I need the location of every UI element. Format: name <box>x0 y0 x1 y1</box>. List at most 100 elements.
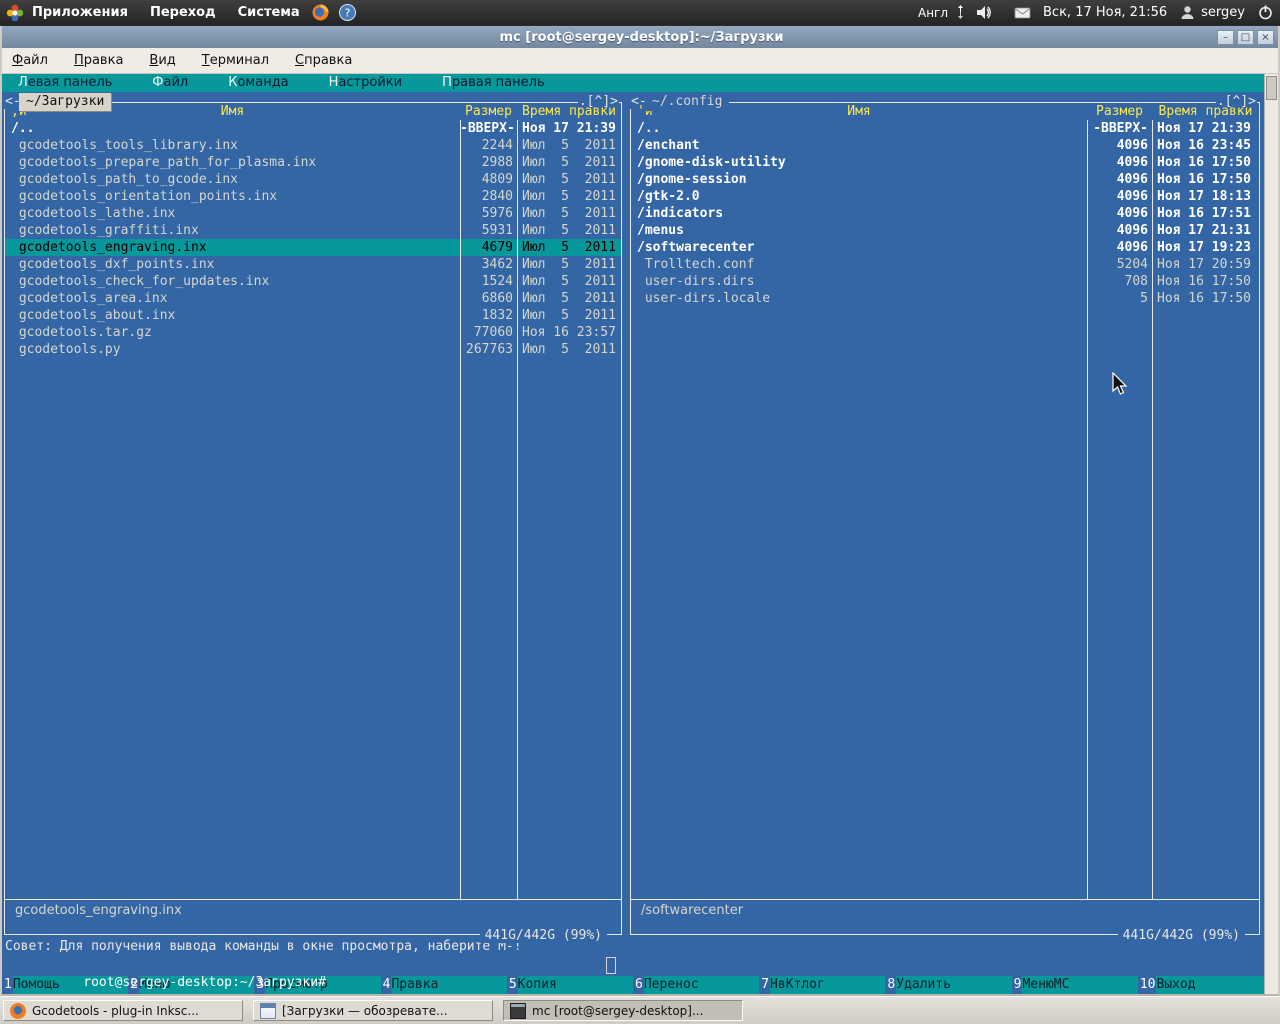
mc-menu-item[interactable]: Левая панель <box>18 74 112 92</box>
file-mtime: Ноя 16 17:50 <box>1157 291 1251 306</box>
mc-menu-item[interactable]: Команда <box>228 74 288 92</box>
shell-prompt: root@sergey-desktop:~/Загрузки# <box>83 975 326 990</box>
minimize-button-icon[interactable]: – <box>1217 29 1234 45</box>
mc-panels: <- ~/Загрузки .[^]> ,и Имя Размер Время … <box>2 92 1264 943</box>
file-row[interactable]: /softwarecenter 4096 Ноя 17 19:23 <box>631 239 1259 256</box>
file-row[interactable]: gcodetools_graffiti.inx 5931 Июл 5 2011 <box>5 222 621 239</box>
help-icon[interactable]: ? <box>338 4 356 21</box>
file-row[interactable]: user-dirs.dirs 708 Ноя 16 17:50 <box>631 273 1259 290</box>
terminal-menu-item[interactable]: Файл <box>12 53 48 68</box>
file-row[interactable]: gcodetools_about.inx 1832 Июл 5 2011 <box>5 307 621 324</box>
terminal-scrollbar[interactable] <box>1264 74 1278 994</box>
firefox-launcher-icon[interactable] <box>312 4 329 21</box>
taskbar-button[interactable]: [Загрузки — обозревате... <box>253 1000 493 1021</box>
fkey-8-button[interactable]: 8 Удалить <box>885 976 1012 994</box>
file-row[interactable]: gcodetools_lathe.inx 5976 Июл 5 2011 <box>5 205 621 222</box>
file-row[interactable]: /gnome-disk-utility 4096 Ноя 16 17:50 <box>631 154 1259 171</box>
file-mtime: Ноя 17 19:23 <box>1157 240 1251 255</box>
window-titlebar[interactable]: mc [root@sergey-desktop]:~/Загрузки – □ × <box>2 26 1278 48</box>
scrollbar-thumb[interactable] <box>1266 76 1277 100</box>
distro-logo-icon[interactable] <box>6 4 24 22</box>
file-size: 5931 <box>481 223 513 238</box>
file-name: gcodetools_dxf_points.inx <box>11 257 215 272</box>
file-row[interactable]: gcodetools_dxf_points.inx 3462 Июл 5 2011 <box>5 256 621 273</box>
taskbar-button-active[interactable]: mc [root@sergey-desktop]... <box>503 1000 743 1021</box>
fkey-number: 8 <box>887 977 896 992</box>
mc-menu-item[interactable]: Настройки <box>329 74 402 92</box>
left-panel-path[interactable]: ~/Загрузки <box>19 93 112 111</box>
mc-panel-right: <- ~/.config .[^]> 'и Имя Размер Время п… <box>630 93 1260 943</box>
maximize-button-icon[interactable]: □ <box>1237 29 1254 45</box>
file-row[interactable]: /.. -ВВЕРХ- Ноя 17 21:39 <box>631 120 1259 137</box>
file-row[interactable]: /menus 4096 Ноя 17 21:31 <box>631 222 1259 239</box>
column-separator <box>517 120 518 899</box>
layout-switch-icon[interactable] <box>954 4 967 21</box>
file-size: 4096 <box>1116 172 1148 187</box>
file-size: 77060 <box>473 325 513 340</box>
file-name: /gtk-2.0 <box>637 189 700 204</box>
mc-menu-item[interactable]: Правая панель <box>442 74 545 92</box>
taskbar: Gcodetools - plug-in Inksc... [Загрузки —… <box>0 996 1280 1024</box>
file-row[interactable]: /.. -ВВЕРХ- Ноя 17 21:39 <box>5 120 621 137</box>
file-name: gcodetools_graffiti.inx <box>11 223 199 238</box>
power-icon[interactable] <box>1257 4 1274 21</box>
clock[interactable]: Вск, 17 Ноя, 21:56 <box>1043 5 1167 20</box>
fkey-10-button[interactable]: 10 Выход <box>1138 976 1265 994</box>
menu-hotkey-letter: П <box>442 75 452 90</box>
terminal-menu-item[interactable]: Правка <box>74 53 123 68</box>
taskbar-button[interactable]: Gcodetools - plug-in Inksc... <box>3 1000 243 1021</box>
mail-notification-icon[interactable] <box>1014 4 1031 21</box>
file-manager-icon <box>260 1002 276 1019</box>
close-button-icon[interactable]: × <box>1257 29 1274 45</box>
file-row[interactable]: /gtk-2.0 4096 Ноя 17 18:13 <box>631 188 1259 205</box>
file-mtime: Июл 5 2011 <box>522 240 616 255</box>
keyboard-layout-indicator[interactable]: Англ <box>918 6 948 20</box>
file-row[interactable]: gcodetools_check_for_updates.inx 1524 Июл … <box>5 273 621 290</box>
file-row[interactable]: /indicators 4096 Ноя 16 17:51 <box>631 205 1259 222</box>
free-space-indicator: 441G/442G (99%) <box>479 928 607 943</box>
file-row-selected[interactable]: gcodetools_engraving.inx 4679 Июл 5 2011 <box>5 239 621 256</box>
terminal-menu-item[interactable]: Справка <box>295 53 352 68</box>
fkey-9-button[interactable]: 9 МенюМС <box>1012 976 1138 994</box>
file-row[interactable]: gcodetools_path_to_gcode.inx 4809 Июл 5 20… <box>5 171 621 188</box>
mc-menu-item[interactable]: Файл <box>152 74 188 92</box>
gnome-panel-tray: Англ Вск, 17 Ноя, 21:56 sergey <box>918 4 1274 21</box>
file-size: 1524 <box>481 274 513 289</box>
user-menu[interactable]: sergey <box>1179 4 1245 21</box>
file-row[interactable]: gcodetools_prepare_path_for_plasma.inx 29… <box>5 154 621 171</box>
file-name: gcodetools_area.inx <box>11 291 168 306</box>
file-row[interactable]: gcodetools_orientation_points.inx 2840 Июл… <box>5 188 621 205</box>
terminal-menu-item[interactable]: Вид <box>149 53 175 68</box>
gnome-menu-item[interactable]: Система <box>236 3 302 22</box>
column-header-mtime[interactable]: Время правки <box>517 103 621 120</box>
user-name: sergey <box>1201 5 1245 20</box>
gnome-menubar: Приложения Переход Система <box>30 3 302 22</box>
file-row[interactable]: user-dirs.locale 5 Ноя 16 17:50 <box>631 290 1259 307</box>
gnome-top-panel: Приложения Переход Система ? Англ Вск, 1… <box>0 0 1280 25</box>
file-row[interactable]: /gnome-session 4096 Ноя 16 17:50 <box>631 171 1259 188</box>
fkey-4-button[interactable]: 4 Правка <box>381 976 507 994</box>
terminal-menu-item[interactable]: Терминал <box>202 53 269 68</box>
column-separator <box>1152 120 1153 899</box>
right-panel-path[interactable]: ~/.config <box>645 93 730 111</box>
file-row[interactable]: /enchant 4096 Ноя 16 23:45 <box>631 137 1259 154</box>
file-row[interactable]: Trolltech.conf 5204 Ноя 17 20:59 <box>631 256 1259 273</box>
gnome-menu-item[interactable]: Приложения <box>30 3 130 22</box>
gnome-menu-item[interactable]: Переход <box>148 3 218 22</box>
file-row[interactable]: gcodetools_area.inx 6860 Июл 5 2011 <box>5 290 621 307</box>
fkey-label: НвКтлог <box>770 976 886 994</box>
volume-icon[interactable] <box>975 4 992 21</box>
file-row[interactable]: gcodetools_tools_library.inx 2244 Июл 5 20… <box>5 137 621 154</box>
file-row[interactable]: gcodetools.tar.gz 77060 Ноя 16 23:57 <box>5 324 621 341</box>
fkey-number: 7 <box>761 977 770 992</box>
file-row[interactable]: gcodetools.py 267763 Июл 5 2011 <box>5 341 621 358</box>
column-header-size[interactable]: Размер <box>1087 103 1152 120</box>
fkey-number: 4 <box>382 977 391 992</box>
fkey-7-button[interactable]: 7 НвКтлог <box>759 976 886 994</box>
column-header-mtime[interactable]: Время правки <box>1152 103 1259 120</box>
fkey-5-button[interactable]: 5 Копия <box>507 976 634 994</box>
command-line[interactable]: root@sergey-desktop:~/Загрузки# <box>2 956 1264 990</box>
fkey-6-button[interactable]: 6 Перенос <box>633 976 760 994</box>
file-mtime: Ноя 16 17:50 <box>1157 155 1251 170</box>
column-header-size[interactable]: Размер <box>460 103 517 120</box>
